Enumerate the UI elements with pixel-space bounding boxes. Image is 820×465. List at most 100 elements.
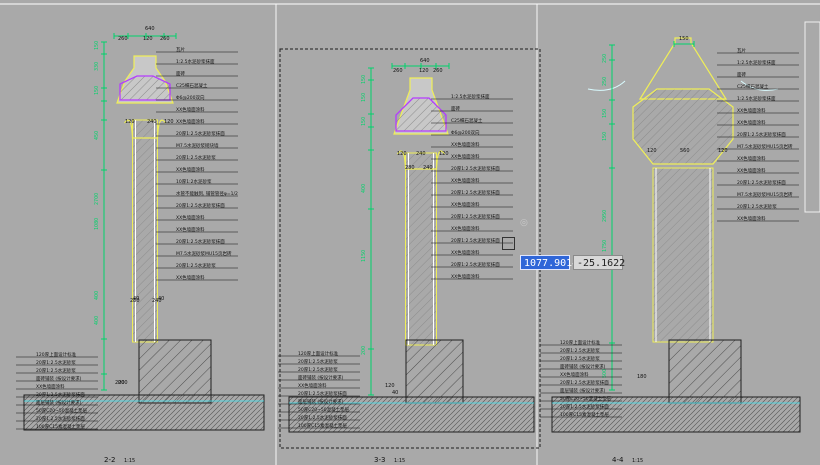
watermark: ◎	[520, 218, 528, 228]
annotation-label: 20厚1:2.5水泥砂浆抹面	[451, 237, 500, 244]
view-scale: 1:15	[632, 458, 643, 464]
coordinate-y-input[interactable]: -25.1622	[573, 255, 625, 270]
annotation-label: XX色墙面涂料	[176, 226, 205, 233]
top-dimension: 150	[679, 36, 689, 42]
pick-box	[502, 237, 515, 250]
annotation-label: XX色墙面涂料	[451, 141, 480, 148]
annotation-label: XX色墙面涂料	[176, 166, 205, 173]
dimension-text: 250	[602, 54, 608, 63]
inner-dimension: 120	[397, 151, 407, 157]
section-4-4: 25025015015029501750500150120 560 120180瓦片…	[540, 36, 801, 464]
dimension-text: 150	[602, 132, 608, 141]
annotation-label: C25细石混凝土	[176, 82, 208, 89]
annotation-label: 20厚1:2.5水泥砂浆抹面	[560, 403, 609, 410]
annotation-label: 1:2.5水泥砂浆抹面	[176, 58, 215, 65]
dimension-text: 500	[602, 369, 608, 378]
annotation-label: 20厚1:2.5水泥砂浆	[298, 358, 338, 365]
annotation-label: 20厚1:2.5水泥砂浆抹面	[737, 131, 786, 138]
dimension-text: 1150	[361, 250, 367, 262]
inner-dimension: 180	[637, 374, 647, 380]
annotation-label: 20厚1:2.5水泥砂浆	[36, 367, 76, 374]
inner-dimension: 40	[133, 296, 139, 302]
dimension-text: 200	[361, 346, 367, 355]
annotation-label: XX色墙面涂料	[176, 118, 205, 125]
annotation-label: 1:2.5水泥砂浆抹面	[451, 93, 490, 100]
dimension-text: 150	[361, 93, 367, 102]
top-dimension: 260	[433, 68, 443, 74]
annotation-label: 20厚1:2.5水泥砂浆抹面	[451, 261, 500, 268]
foundation	[668, 339, 742, 404]
cad-drawing-canvas[interactable]: 15033015045027001080400400640260 120 26012…	[0, 0, 820, 465]
annotation-label: XX色墙面涂料	[451, 273, 480, 280]
view-title: 4-4	[612, 456, 624, 464]
dimension-text: 330	[94, 62, 100, 71]
dimension-text: 150	[602, 109, 608, 118]
top-dimension: 260	[393, 68, 403, 74]
annotation-label: 20厚1:2.5水泥砂浆抹面	[560, 379, 609, 386]
annotation-label: M7.5水泥砂浆砌块墙	[176, 142, 219, 149]
inner-dimension: 240	[416, 151, 426, 157]
annotation-label: M7.5水泥砂浆MU15页岩砖	[737, 143, 793, 150]
annotation-label: 10厚1:2水泥砂浆	[176, 178, 212, 185]
annotation-label: 面层铺装 (按设计要求)	[560, 387, 606, 394]
dimension-text: 2700	[94, 193, 100, 205]
annotation-label: 100厚C15素混凝土垫层	[298, 422, 347, 429]
inner-dimension: 240	[423, 165, 433, 171]
dimension-text: 400	[94, 316, 100, 325]
annotation-label: 20厚1:2.5水泥砂浆抹面	[176, 130, 225, 137]
inner-dimension: 40	[158, 296, 164, 302]
foundation	[138, 339, 212, 404]
annotation-label: XX色墙面涂料	[737, 119, 766, 126]
annotation-label: 水管不能触到, 铺管管径φ=1/2	[176, 190, 238, 197]
annotation-label: XX色墙面涂料	[451, 249, 480, 256]
annotation-label: C25细石混凝土	[451, 117, 483, 124]
annotation-label: 120厚上面设计标准	[36, 351, 77, 358]
view-title: 3-3	[374, 456, 385, 464]
annotation-label: 20厚1:2.5水泥砂浆抹面	[451, 165, 500, 172]
annotation-label: 20厚1:2.5水泥砂浆	[298, 366, 338, 373]
top-dimension: 260	[118, 36, 128, 42]
inner-dimension: 40	[392, 390, 398, 396]
inner-dimension: 200	[118, 380, 128, 386]
annotation-label: XX色墙面涂料	[451, 201, 480, 208]
annotation-label: 50厚C20~50混凝土垫层	[560, 395, 612, 402]
annotation-label: XX色墙面涂料	[560, 371, 589, 378]
annotation-label: 面砖铺装 (按设计要求)	[560, 363, 606, 370]
annotation-label: Φ6@200双向	[451, 129, 480, 136]
view-title: 2-2	[104, 456, 115, 464]
view-scale: 1:15	[394, 458, 405, 464]
annotation-label: 120厚上面设计标准	[298, 350, 339, 357]
dimension-text: 150	[94, 41, 100, 50]
coordinate-x-input[interactable]: 1077.9014	[520, 255, 578, 270]
annotation-label: XX色墙面涂料	[451, 225, 480, 232]
annotation-label: 1:2.5水泥砂浆抹面	[737, 59, 776, 66]
annotation-label: 120厚上面设计标准	[560, 339, 601, 346]
inner-dimension: 120	[439, 151, 449, 157]
section-3-3: 1501501504001150200640260 120 260120 240 120…	[278, 58, 535, 464]
annotation-label: 面砖	[176, 70, 185, 77]
column-shaft	[405, 152, 437, 346]
annotation-label: 50厚C20~50混凝土垫层	[298, 406, 350, 413]
inner-dimension: 240	[147, 119, 157, 125]
annotation-label: 面砖	[451, 105, 460, 112]
annotation-label: 20厚1:2.5水泥砂浆	[737, 203, 777, 210]
column-shaft	[132, 119, 158, 343]
annotation-label: 20厚1:2.5水泥砂浆	[560, 355, 600, 362]
dimension-text: 2950	[602, 210, 608, 222]
annotation-label: 20厚1:2.5水泥砂浆	[36, 359, 76, 366]
annotation-label: 面层铺装 (按设计要求)	[36, 399, 82, 406]
annotation-label: 面层铺装 (按设计要求)	[298, 398, 344, 405]
annotation-label: 100厚C15素混凝土垫层	[36, 423, 85, 430]
annotation-label: XX色墙面涂料	[451, 153, 480, 160]
view-scale: 1:15	[124, 458, 135, 464]
annotation-label: XX色墙面涂料	[36, 383, 65, 390]
cap-core	[395, 97, 447, 132]
inner-dimension: 120	[385, 383, 395, 389]
dimension-text: 400	[94, 291, 100, 300]
annotation-label: 20厚1:2.5水泥砂浆抹面	[451, 213, 500, 220]
annotation-label: XX色墙面涂料	[737, 107, 766, 114]
top-dimension: 640	[420, 58, 430, 64]
annotation-label: XX色墙面涂料	[176, 214, 205, 221]
foundation	[405, 339, 464, 404]
annotation-label: XX色墙面涂料	[737, 167, 766, 174]
